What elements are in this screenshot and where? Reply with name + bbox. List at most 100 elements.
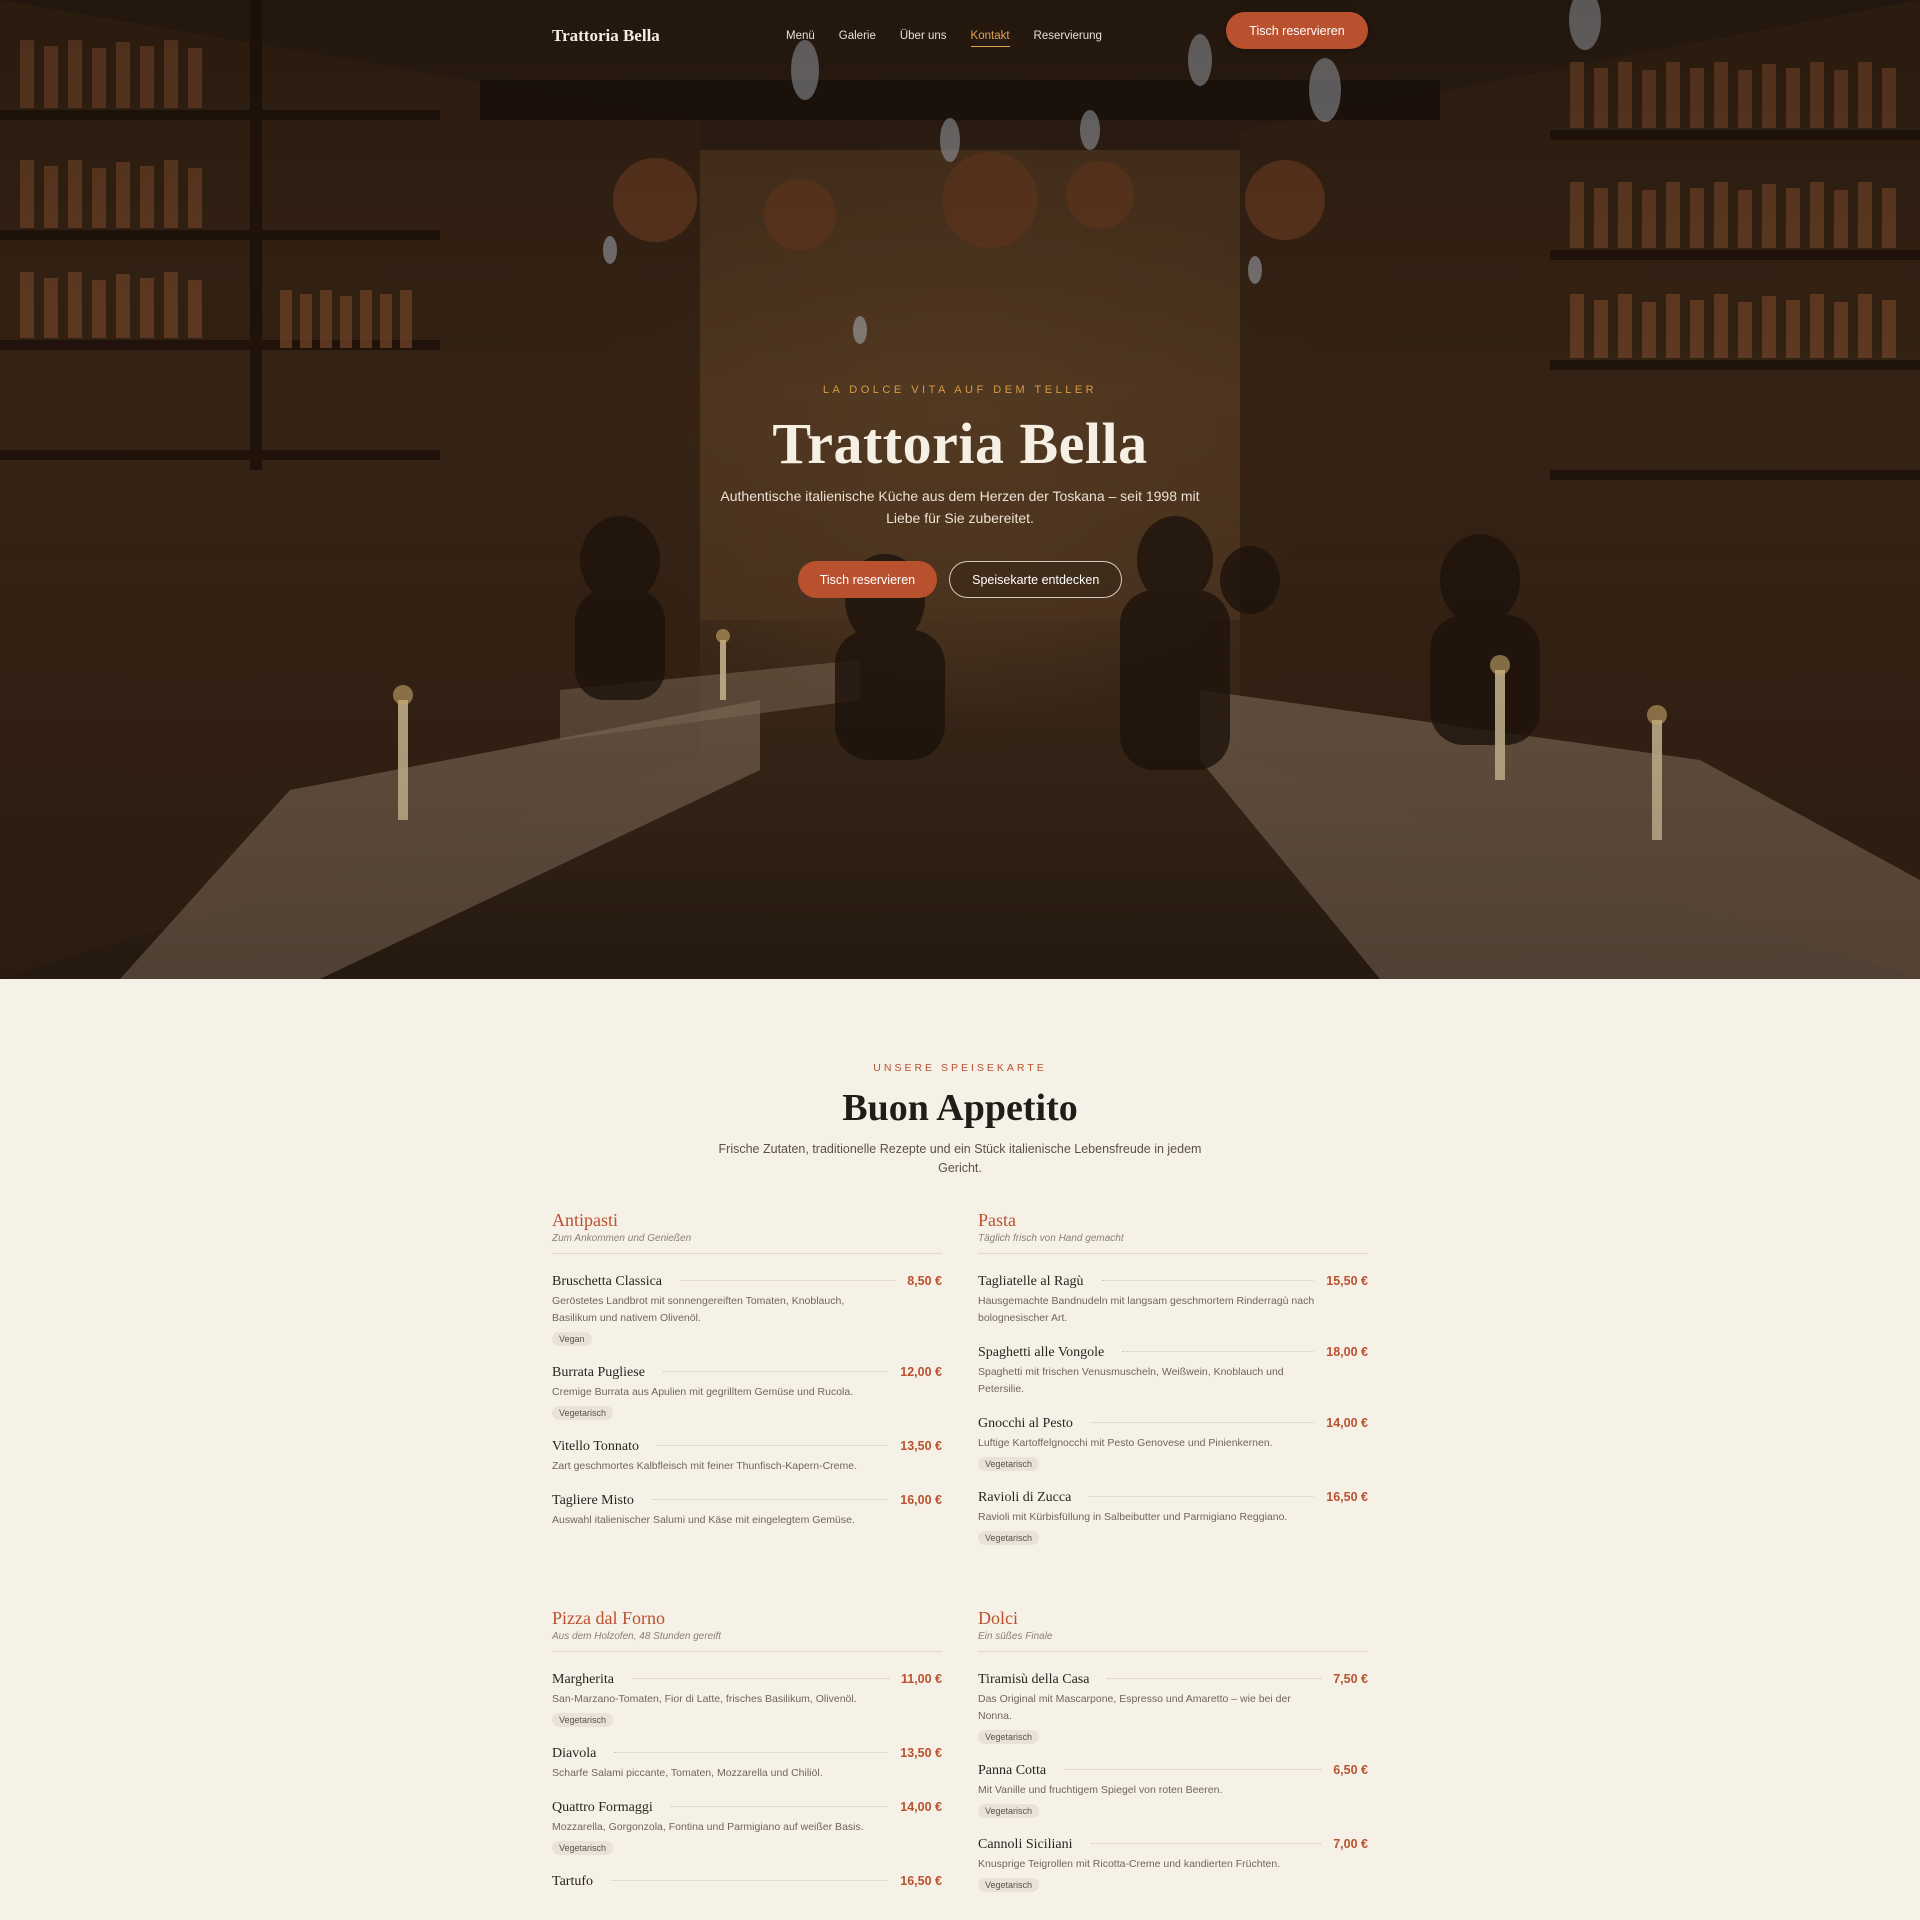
item-price: 13,50 €: [900, 1746, 942, 1760]
menu-title: Buon Appetito: [842, 1087, 1078, 1129]
item-description: Mozzarella, Gorgonzola, Fontina und Parm…: [552, 1821, 864, 1833]
leader-dots: [611, 1880, 889, 1881]
category-subtitle: Zum Ankommen und Genießen: [552, 1233, 692, 1244]
menu-item: Ravioli di Zucca 16,50 € Ravioli mit Kürb…: [978, 1490, 1368, 1546]
item-description: Zart geschmortes Kalbfleisch mit feiner …: [552, 1460, 858, 1472]
category-divider: [552, 1253, 942, 1254]
item-name: Cannoli Siciliani: [978, 1837, 1073, 1852]
item-price: 16,00 €: [900, 1493, 942, 1507]
item-description: Hausgemachte Bandnudeln mit langsam gesc…: [978, 1295, 1315, 1324]
item-price: 11,00 €: [900, 1672, 942, 1686]
item-description: Knusprige Teigrollen mit Ricotta-Creme u…: [978, 1858, 1281, 1870]
diet-tag: Vegan: [552, 1332, 592, 1346]
leader-dots: [1101, 1280, 1315, 1281]
menu-item: Tagliatelle al Ragù 15,50 € Hausgemachte …: [978, 1274, 1368, 1327]
item-name: Ravioli di Zucca: [978, 1490, 1072, 1505]
item-name: Tiramisù della Casa: [978, 1672, 1090, 1687]
item-name: Margherita: [552, 1672, 614, 1687]
item-name: Diavola: [552, 1746, 597, 1761]
menu-item: Cannoli Siciliani 7,00 € Knusprige Teigro…: [978, 1837, 1368, 1893]
item-price: 13,50 €: [900, 1439, 942, 1453]
leader-dots: [1090, 1422, 1315, 1423]
menu-item: Margherita 11,00 € San-Marzano-Tomaten, F…: [552, 1672, 942, 1728]
leader-dots: [651, 1499, 889, 1500]
item-description: Cremige Burrata aus Apulien mit gegrillt…: [552, 1386, 854, 1398]
item-price: 7,00 €: [1333, 1837, 1368, 1851]
nav-link-gallery[interactable]: Galerie: [839, 24, 876, 48]
item-name: Bruschetta Classica: [552, 1274, 663, 1289]
menu-item: Diavola 13,50 € Scharfe Salami piccante, …: [552, 1746, 942, 1782]
item-description: Geröstetes Landbrot mit sonnengereiften …: [552, 1295, 845, 1324]
menu-category-antipasti: Antipasti Zum Ankommen und Genießen Brus…: [552, 1210, 942, 1547]
menu-category-dolci: Dolci Ein süßes Finale Tiramisù della Ca…: [978, 1608, 1368, 1911]
item-name: Quattro Formaggi: [552, 1800, 653, 1815]
hero-reserve-button[interactable]: Tisch reservieren: [797, 561, 938, 598]
category-divider: [978, 1253, 1368, 1254]
category-title: Pasta: [978, 1210, 1016, 1230]
menu-item: Tiramisù della Casa 7,50 € Das Original m…: [978, 1672, 1368, 1745]
item-price: 18,00 €: [1326, 1345, 1368, 1359]
hero-buttons: Tisch reservieren Speisekarte entdecken: [0, 561, 1920, 598]
item-price: 16,50 €: [1326, 1490, 1368, 1504]
menu-item: Bruschetta Classica 8,50 € Geröstetes Lan…: [552, 1274, 942, 1347]
menu-item: Burrata Pugliese 12,00 € Cremige Burrata …: [552, 1365, 942, 1421]
nav-links: Menü Galerie Über uns Kontakt Reservieru…: [786, 12, 1102, 60]
leader-dots: [1090, 1843, 1322, 1844]
item-price: 6,50 €: [1333, 1763, 1368, 1777]
item-name: Panna Cotta: [978, 1763, 1047, 1778]
diet-tag: Vegetarisch: [978, 1457, 1040, 1471]
leader-dots: [670, 1806, 889, 1807]
item-price: 14,00 €: [1326, 1416, 1368, 1430]
category-title: Antipasti: [552, 1210, 618, 1230]
top-navigation: Trattoria Bella Menü Galerie Über uns Ko…: [552, 12, 1368, 60]
item-name: Tagliere Misto: [552, 1493, 634, 1508]
menu-item: Tagliere Misto 16,00 € Auswahl italienisc…: [552, 1493, 942, 1529]
brand-logo[interactable]: Trattoria Bella: [552, 26, 660, 46]
hero-menu-button[interactable]: Speisekarte entdecken: [949, 561, 1123, 598]
menu-subtitle: Frische Zutaten, traditionelle Rezepte u…: [718, 1142, 1202, 1175]
diet-tag: Vegetarisch: [978, 1730, 1040, 1744]
item-description: Das Original mit Mascarpone, Espresso un…: [978, 1693, 1291, 1722]
leader-dots: [656, 1445, 889, 1446]
item-price: 14,00 €: [900, 1800, 942, 1814]
item-name: Gnocchi al Pesto: [978, 1416, 1073, 1431]
diet-tag: Vegetarisch: [978, 1531, 1040, 1545]
menu-item: Spaghetti alle Vongole 18,00 € Spaghetti …: [978, 1345, 1368, 1398]
item-price: 8,50 €: [907, 1274, 942, 1288]
menu-item: Vitello Tonnato 13,50 € Zart geschmortes …: [552, 1439, 942, 1475]
item-price: 15,50 €: [1326, 1274, 1368, 1288]
category-title: Dolci: [978, 1608, 1018, 1628]
leader-dots: [614, 1752, 889, 1753]
category-divider: [978, 1651, 1368, 1652]
diet-tag: Vegetarisch: [552, 1713, 614, 1727]
item-name: Tartufo: [552, 1874, 594, 1889]
diet-tag: Vegetarisch: [978, 1878, 1040, 1892]
menu-item: Quattro Formaggi 14,00 € Mozzarella, Gorg…: [552, 1800, 942, 1856]
item-name: Tagliatelle al Ragù: [978, 1274, 1084, 1289]
item-description: Spaghetti mit frischen Venusmuscheln, We…: [978, 1366, 1284, 1395]
item-price: 16,50 €: [900, 1874, 942, 1888]
leader-dots: [662, 1371, 889, 1372]
hero-subtitle: Authentische italienische Küche aus dem …: [720, 488, 1200, 526]
nav-link-reservation[interactable]: Reservierung: [1034, 24, 1102, 48]
menu-item: Panna Cotta 6,50 € Mit Vanille und frucht…: [978, 1763, 1368, 1819]
menu-kicker: UNSERE SPEISEKARTE: [873, 1062, 1047, 1074]
item-name: Vitello Tonnato: [552, 1439, 639, 1454]
nav-link-menu[interactable]: Menü: [786, 24, 815, 48]
leader-dots: [1122, 1351, 1315, 1352]
hero-content: LA DOLCE VITA AUF DEM TELLER Trattoria B…: [0, 384, 1920, 598]
item-description: Mit Vanille und fruchtigem Spiegel von r…: [978, 1784, 1223, 1796]
item-description: Luftige Kartoffelgnocchi mit Pesto Genov…: [978, 1437, 1273, 1449]
item-description: Ravioli mit Kürbisfüllung in Salbeibutte…: [978, 1511, 1288, 1523]
hero-section: Trattoria Bella Menü Galerie Über uns Ko…: [0, 0, 1920, 979]
diet-tag: Vegetarisch: [978, 1804, 1040, 1818]
nav-reserve-button[interactable]: Tisch reservieren: [1226, 12, 1368, 49]
leader-dots: [1089, 1496, 1315, 1497]
item-price: 7,50 €: [1333, 1672, 1368, 1686]
nav-link-about[interactable]: Über uns: [900, 24, 947, 48]
menu-category-pasta: Pasta Täglich frisch von Hand gemacht Ta…: [978, 1210, 1368, 1564]
nav-link-contact[interactable]: Kontakt: [970, 24, 1010, 48]
menu-item: Tartufo 16,50 €: [552, 1874, 942, 1890]
category-title: Pizza dal Forno: [552, 1608, 665, 1628]
category-subtitle: Aus dem Holzofen, 48 Stunden gereift: [552, 1631, 721, 1642]
